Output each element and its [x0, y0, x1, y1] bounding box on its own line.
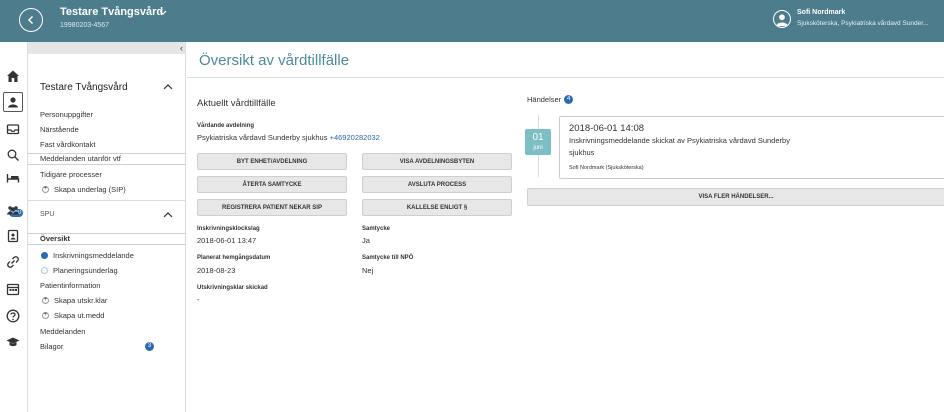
sidebar-item-tidigare-processer[interactable]: Tidigare processer	[40, 170, 102, 179]
event-text: Inskrivningsmeddelande skickat av Psykia…	[569, 136, 790, 145]
group-icon[interactable]	[3, 200, 23, 220]
dept-label: Vårdande avdelning	[197, 123, 255, 129]
events-count-badge: 4	[564, 95, 574, 104]
inskrivning-label: Inskrivningsmeddelande	[53, 251, 134, 260]
plus-circle-icon: +	[42, 186, 49, 193]
dept-phone-link[interactable]: +46920282032	[330, 133, 380, 142]
skapa-utskr-label: Skapa utskr.klar	[54, 296, 108, 305]
event-date-box: 01 juni	[525, 129, 551, 155]
consent-value: Ja	[362, 236, 370, 245]
user-icon	[776, 14, 788, 27]
bed-icon[interactable]	[3, 167, 23, 187]
inskrivning-time-value: 2018-06-01 13:47	[197, 236, 257, 245]
sidebar-item-fast-vardkontakt[interactable]: Fast vårdkontakt	[40, 140, 95, 149]
event-month: juni	[533, 145, 543, 151]
change-unit-button[interactable]: BYT ENHET/AVDELNING	[197, 153, 347, 170]
page-title: Översikt av vårdtillfälle	[199, 52, 350, 69]
event-time: 2018-06-01 14:08	[569, 123, 645, 134]
spu-section-label: SPU	[40, 211, 55, 218]
sidebar-divider	[28, 200, 186, 201]
discharge-ready-label: Utskrivningsklar skickad	[197, 285, 268, 291]
top-bar: Testare Tvångsvård 19980203-4567 Sofi No…	[0, 0, 944, 42]
collapse-sidebar-button[interactable]: ‹	[180, 43, 183, 53]
user-avatar[interactable]	[773, 10, 791, 28]
plus-circle-icon: +	[42, 312, 49, 319]
skapa-utmedd-label: Skapa ut.medd	[54, 311, 105, 320]
discharge-date-label: Planerat hemgångsdatum	[197, 255, 271, 261]
chevron-left-icon	[27, 15, 34, 25]
sidebar-item-meddelanden-utanfor[interactable]: Meddelanden utanför vtf	[28, 153, 186, 165]
chevron-up-icon[interactable]	[163, 212, 173, 218]
chevron-down-icon[interactable]	[158, 7, 168, 17]
sidebar-item-personuppgifter[interactable]: Personuppgifter	[40, 110, 93, 119]
sidebar-item-bilagor[interactable]: Bilagor	[40, 342, 63, 351]
summons-button[interactable]: KALLELSE ENLIGT §	[362, 199, 512, 216]
calendar-icon[interactable]	[3, 279, 23, 299]
events-title: Händelser	[527, 95, 562, 104]
end-process-button[interactable]: AVSLUTA PROCESS	[362, 176, 512, 193]
planering-label: Planeringsunderlag	[53, 266, 118, 275]
create-sip-label: Skapa underlag (SIP)	[54, 185, 126, 194]
event-card[interactable]: 2018-06-01 14:08 Inskrivningsmeddelande …	[559, 116, 944, 179]
main-content: Översikt av vårdtillfälle Aktuellt vårdt…	[187, 42, 944, 412]
consent-label: Samtycke	[362, 226, 391, 232]
status-filled-dot-icon	[41, 252, 48, 259]
sidebar-top-strip: ‹	[28, 42, 185, 54]
document-icon[interactable]	[3, 226, 23, 246]
sidebar-item-planering[interactable]: Planeringsunderlag	[41, 266, 118, 275]
patient-icon[interactable]	[3, 92, 23, 112]
revoke-consent-button[interactable]: ÅTERTA SAMTYCKE	[197, 176, 347, 193]
sidebar-item-patientinformation[interactable]: Patientinformation	[40, 281, 100, 290]
back-button[interactable]	[19, 8, 43, 32]
sidebar-item-oversikt[interactable]: Översikt	[28, 233, 186, 245]
event-author: Sofi Nordmark (Sjuksköterska)	[569, 165, 644, 171]
event-text-continued: sjukhus	[569, 148, 595, 157]
create-utmedd-link[interactable]: + Skapa ut.medd	[42, 311, 104, 320]
user-role: Sjuksköterska, Psykiatriska vårdavd Sund…	[797, 20, 929, 27]
chevron-up-icon[interactable]	[163, 84, 173, 90]
section-title: Aktuellt vårdtillfälle	[197, 98, 276, 109]
bilagor-count-badge: 3	[145, 342, 154, 351]
show-unit-changes-button[interactable]: VISA AVDELNINGSBYTEN	[362, 153, 512, 170]
user-name[interactable]: Sofi Nordmark	[797, 9, 845, 16]
sidebar-item-meddelanden[interactable]: Meddelanden	[40, 327, 85, 336]
plus-circle-icon: +	[42, 297, 49, 304]
home-icon[interactable]	[3, 66, 23, 86]
discharge-date-value: 2018-08-23	[197, 266, 236, 275]
patient-id: 19980203-4567	[60, 22, 110, 29]
discharge-ready-value: -	[197, 295, 200, 304]
search-icon[interactable]	[3, 145, 23, 165]
sidebar-title: Testare Tvångsvård	[40, 82, 128, 93]
create-sip-link[interactable]: + Skapa underlag (SIP)	[42, 185, 126, 194]
npo-consent-value: Nej	[362, 266, 374, 275]
help-icon[interactable]	[3, 306, 23, 326]
register-refuses-sip-button[interactable]: REGISTRERA PATIENT NEKAR SIP	[197, 199, 347, 216]
npo-consent-label: Samtycke till NPÖ	[362, 255, 414, 261]
event-day: 01	[532, 132, 544, 143]
patient-name[interactable]: Testare Tvångsvård	[60, 6, 163, 18]
dept-name: Psykiatriska vårdavd Sunderby sjukhus	[197, 133, 328, 142]
patient-sidebar: ‹ Testare Tvångsvård Personuppgifter När…	[28, 42, 186, 412]
sidebar-item-narstaende[interactable]: Närstående	[40, 125, 79, 134]
create-utskr-link[interactable]: + Skapa utskr.klar	[42, 296, 107, 305]
title-divider	[187, 77, 944, 78]
status-empty-dot-icon	[41, 267, 48, 274]
events-header: Händelser 4	[527, 95, 574, 104]
sidebar-item-inskrivning[interactable]: Inskrivningsmeddelande	[41, 251, 134, 260]
inbox-icon[interactable]	[3, 119, 23, 139]
inskrivning-time-label: Inskrivningsklockslag	[197, 226, 260, 232]
graduation-cap-icon[interactable]	[3, 332, 23, 352]
show-more-events-button[interactable]: VISA FLER HÄNDELSER...	[527, 188, 944, 206]
icon-rail: SPU	[0, 42, 28, 412]
link-icon[interactable]	[3, 252, 23, 272]
dept-value: Psykiatriska vårdavd Sunderby sjukhus +4…	[197, 133, 380, 142]
